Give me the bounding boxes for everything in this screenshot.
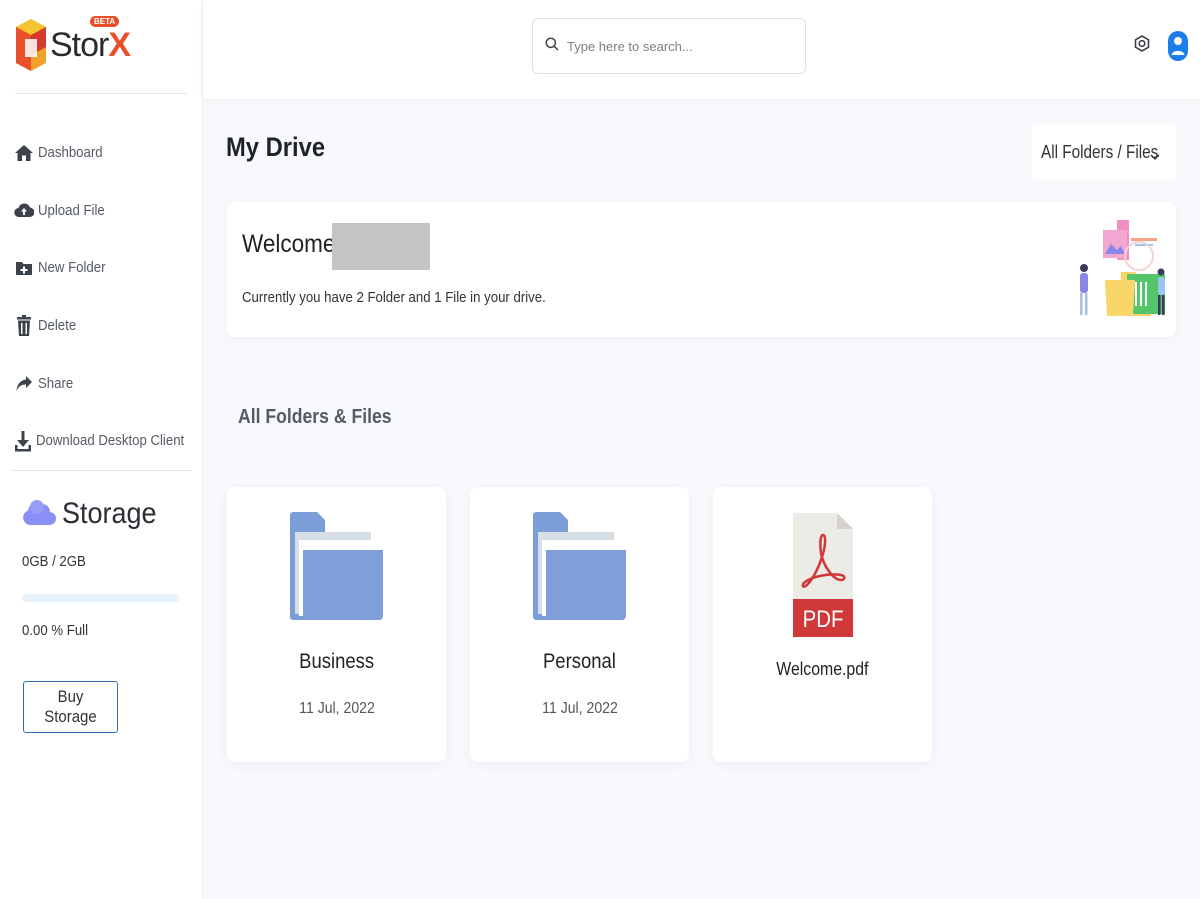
filter-dropdown[interactable]: All Folders / Files [1032,124,1176,180]
buy-storage-button[interactable]: Buy Storage [23,681,118,733]
folder-card-business[interactable]: Business 11 Jul, 2022 [227,487,446,762]
page-title: My Drive [226,132,326,162]
sidebar-item-delete[interactable]: Delete [14,297,194,355]
item-name: Business [299,650,374,673]
file-card-welcome-pdf[interactable]: PDF Welcome.pdf [713,487,932,762]
item-date: 11 Jul, 2022 [541,700,618,717]
section-title: All Folders & Files [238,406,392,428]
welcome-title: Welcome: [242,230,342,258]
brand-name: StorX [50,26,131,64]
cloud-icon [22,498,57,531]
item-date: 11 Jul, 2022 [298,700,375,717]
folder-icon [290,512,383,620]
beta-badge: BETA [90,16,120,27]
gear-icon[interactable] [1132,33,1152,57]
sidebar-item-label: Upload File [38,201,105,219]
files-illustration [1080,220,1165,316]
sidebar-item-label: Download Desktop Client [36,432,185,450]
storage-panel: Storage 0GB / 2GB 0.00 % Full [22,497,182,639]
sidebar-item-label: New Folder [38,259,106,277]
item-name: Personal [543,650,616,673]
sidebar-item-label: Dashboard [38,144,103,162]
cloud-upload-icon [14,200,34,220]
storage-title: Storage [62,497,157,530]
share-icon [14,373,34,393]
trash-icon [14,314,34,336]
logo-hex-icon [16,19,46,71]
sidebar-item-label: Delete [38,317,77,335]
storage-progress [22,594,179,602]
sidebar-item-download-desktop-client[interactable]: Download Desktop Client [14,412,194,470]
chevron-down-icon [1150,148,1160,166]
pdf-badge: PDF [802,606,844,633]
sidebar-item-label: Share [38,374,74,392]
top-bar [203,0,1200,99]
sidebar-divider [11,470,191,471]
sidebar-divider [15,93,187,94]
folder-icon [533,512,626,620]
redacted-username [332,223,430,270]
storx-logo[interactable]: StorX BETA [14,16,134,76]
user-icon[interactable] [1167,30,1189,62]
search-icon [545,36,559,56]
storage-percent: 0.00 % Full [22,622,89,639]
search-input[interactable] [567,38,787,54]
sidebar-item-new-folder[interactable]: New Folder [14,239,194,297]
download-icon [14,430,32,452]
welcome-card: Welcome: Currently you have 2 Folder and… [227,202,1176,337]
sidebar: StorX BETA Dashboard Upload File New Fol… [0,0,203,899]
sidebar-item-dashboard[interactable]: Dashboard [14,124,194,182]
buy-storage-label: Buy Storage [44,687,97,726]
folder-card-personal[interactable]: Personal 11 Jul, 2022 [470,487,689,762]
sidebar-nav: Dashboard Upload File New Folder Delete … [14,124,194,470]
sidebar-item-share[interactable]: Share [14,354,194,412]
storage-used: 0GB / 2GB [22,553,86,570]
search-box[interactable] [532,18,806,74]
sidebar-item-upload-file[interactable]: Upload File [14,182,194,240]
home-icon [14,143,34,163]
welcome-text: Currently you have 2 Folder and 1 File i… [242,289,546,306]
filter-label: All Folders / Files [1041,141,1159,162]
folder-plus-icon [14,258,34,278]
item-name: Welcome.pdf [776,659,869,679]
